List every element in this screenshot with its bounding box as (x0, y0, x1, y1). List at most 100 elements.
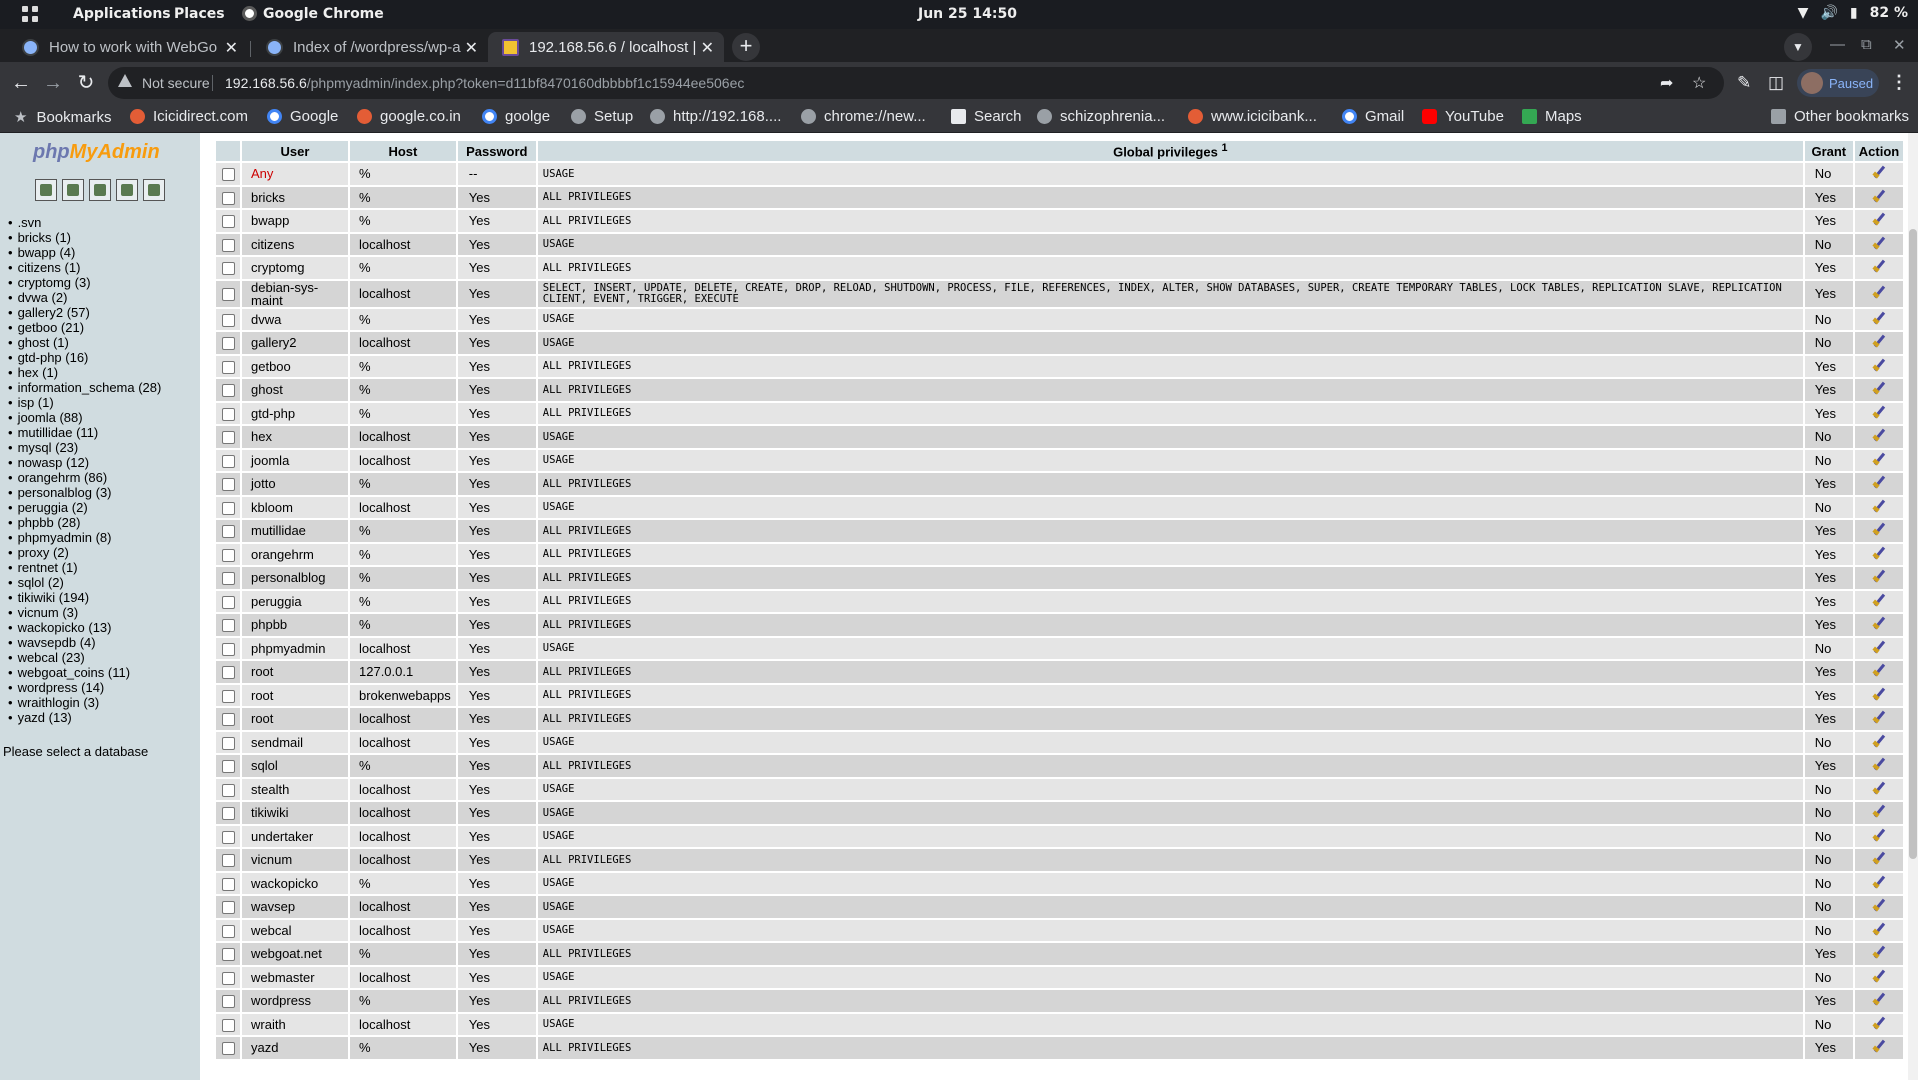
edit-privileges-icon[interactable] (1872, 734, 1886, 748)
row-checkbox[interactable] (221, 783, 235, 797)
home-icon[interactable] (35, 179, 57, 201)
edit-privileges-icon[interactable] (1872, 992, 1886, 1006)
database-link[interactable]: mutillidae (11) (8, 425, 161, 440)
edit-privileges-icon[interactable] (1872, 189, 1886, 203)
row-checkbox[interactable] (221, 478, 235, 492)
row-checkbox[interactable] (221, 971, 235, 985)
database-link[interactable]: joomla (88) (8, 410, 161, 425)
bookmark-star-icon[interactable]: ☆ (1692, 73, 1706, 93)
database-link[interactable]: dvwa (2) (8, 290, 161, 305)
edit-privileges-icon[interactable] (1872, 969, 1886, 983)
row-checkbox[interactable] (221, 313, 235, 327)
database-link[interactable]: yazd (13) (8, 710, 161, 725)
database-link[interactable]: rentnet (1) (8, 560, 161, 575)
row-checkbox[interactable] (221, 1042, 235, 1056)
edit-privileges-icon[interactable] (1872, 851, 1886, 865)
edit-privileges-icon[interactable] (1872, 616, 1886, 630)
edit-privileges-icon[interactable] (1872, 285, 1886, 299)
forward-button[interactable]: → (39, 69, 67, 97)
user-column-header[interactable]: User (242, 141, 348, 161)
database-link[interactable]: gtd-php (16) (8, 350, 161, 365)
phpmyadmin-logo[interactable]: phpMyAdmin (33, 141, 160, 164)
database-link[interactable]: webcal (23) (8, 650, 161, 665)
privileges-column-header[interactable]: Global privileges 1 (537, 141, 1803, 161)
documentation-icon[interactable] (116, 179, 138, 201)
row-checkbox[interactable] (221, 901, 235, 915)
back-button[interactable]: ← (7, 69, 35, 97)
clock[interactable]: Jun 25 14:50 (918, 6, 1017, 22)
database-link[interactable]: hex (1) (8, 365, 161, 380)
row-checkbox[interactable] (221, 168, 235, 182)
side-panel-icon[interactable]: ◫ (1768, 73, 1784, 93)
row-checkbox[interactable] (221, 642, 235, 656)
row-checkbox[interactable] (221, 619, 235, 633)
edit-privileges-icon[interactable] (1872, 236, 1886, 250)
app-grid-icon[interactable] (22, 6, 40, 24)
restore-icon[interactable]: ⧉ (1861, 36, 1872, 53)
row-checkbox[interactable] (221, 760, 235, 774)
new-tab-button[interactable]: + (732, 33, 760, 61)
security-label[interactable]: Not secure (142, 75, 210, 91)
database-link[interactable]: wackopicko (13) (8, 620, 161, 635)
edit-privileges-icon[interactable] (1872, 663, 1886, 677)
bookmark-icicidirect[interactable]: Icicidirect.com (130, 108, 248, 125)
bookmark-google[interactable]: Google (267, 108, 338, 125)
tab-webgoat[interactable]: How to work with WebGo ✕ (8, 32, 248, 62)
row-checkbox[interactable] (221, 995, 235, 1009)
address-bar[interactable]: Not secure 192.168.56.6/phpmyadmin/index… (108, 67, 1724, 99)
bookmark-google-co-in[interactable]: google.co.in (357, 108, 461, 125)
database-link[interactable]: wordpress (14) (8, 680, 161, 695)
edit-privileges-icon[interactable] (1872, 804, 1886, 818)
edit-privileges-icon[interactable] (1872, 710, 1886, 724)
scrollbar-thumb[interactable] (1909, 229, 1917, 859)
edit-privileges-icon[interactable] (1872, 334, 1886, 348)
edit-privileges-icon[interactable] (1872, 499, 1886, 513)
close-window-icon[interactable]: ✕ (1893, 36, 1906, 54)
row-checkbox[interactable] (221, 713, 235, 727)
edit-privileges-icon[interactable] (1872, 428, 1886, 442)
edit-privileges-icon[interactable] (1872, 259, 1886, 273)
row-checkbox[interactable] (221, 689, 235, 703)
row-checkbox[interactable] (221, 407, 235, 421)
chrome-menu-icon[interactable]: ⋮ (1890, 72, 1908, 93)
database-link[interactable]: proxy (2) (8, 545, 161, 560)
profile-button[interactable]: Paused (1797, 69, 1879, 97)
bookmark-maps[interactable]: Maps (1522, 108, 1582, 125)
reload-button[interactable]: ↻ (72, 69, 100, 97)
active-app-menu[interactable]: Google Chrome (242, 6, 384, 22)
edit-privileges-icon[interactable] (1872, 569, 1886, 583)
edit-privileges-icon[interactable] (1872, 640, 1886, 654)
close-tab-icon[interactable]: ✕ (225, 38, 238, 58)
mysql-docs-icon[interactable] (143, 179, 165, 201)
edit-privileges-icon[interactable] (1872, 922, 1886, 936)
database-link[interactable]: bwapp (4) (8, 245, 161, 260)
edit-privileges-icon[interactable] (1872, 1016, 1886, 1030)
database-link[interactable]: peruggia (2) (8, 500, 161, 515)
sql-icon[interactable] (89, 179, 111, 201)
applications-menu[interactable]: Applications (73, 6, 171, 22)
database-link[interactable]: cryptomg (3) (8, 275, 161, 290)
database-link[interactable]: nowasp (12) (8, 455, 161, 470)
database-link[interactable]: webgoat_coins (11) (8, 665, 161, 680)
minimize-icon[interactable]: — (1830, 36, 1845, 53)
database-link[interactable]: vicnum (3) (8, 605, 161, 620)
database-link[interactable]: gallery2 (57) (8, 305, 161, 320)
edit-privileges-icon[interactable] (1872, 898, 1886, 912)
row-checkbox[interactable] (221, 431, 235, 445)
row-checkbox[interactable] (221, 854, 235, 868)
row-checkbox[interactable] (221, 924, 235, 938)
database-link[interactable]: phpbb (28) (8, 515, 161, 530)
edit-privileges-icon[interactable] (1872, 546, 1886, 560)
database-link[interactable]: citizens (1) (8, 260, 161, 275)
row-checkbox[interactable] (221, 384, 235, 398)
row-checkbox[interactable] (221, 1018, 235, 1032)
database-link[interactable]: ghost (1) (8, 335, 161, 350)
database-link[interactable]: phpmyadmin (8) (8, 530, 161, 545)
row-checkbox[interactable] (221, 191, 235, 205)
database-link[interactable]: mysql (23) (8, 440, 161, 455)
database-link[interactable]: sqlol (2) (8, 575, 161, 590)
extensions-icon[interactable]: ✎ (1737, 73, 1751, 93)
system-tray[interactable]: ▼ 🔊 ▮ 82 % (1798, 5, 1908, 21)
database-link[interactable]: tikiwiki (194) (8, 590, 161, 605)
edit-privileges-icon[interactable] (1872, 405, 1886, 419)
